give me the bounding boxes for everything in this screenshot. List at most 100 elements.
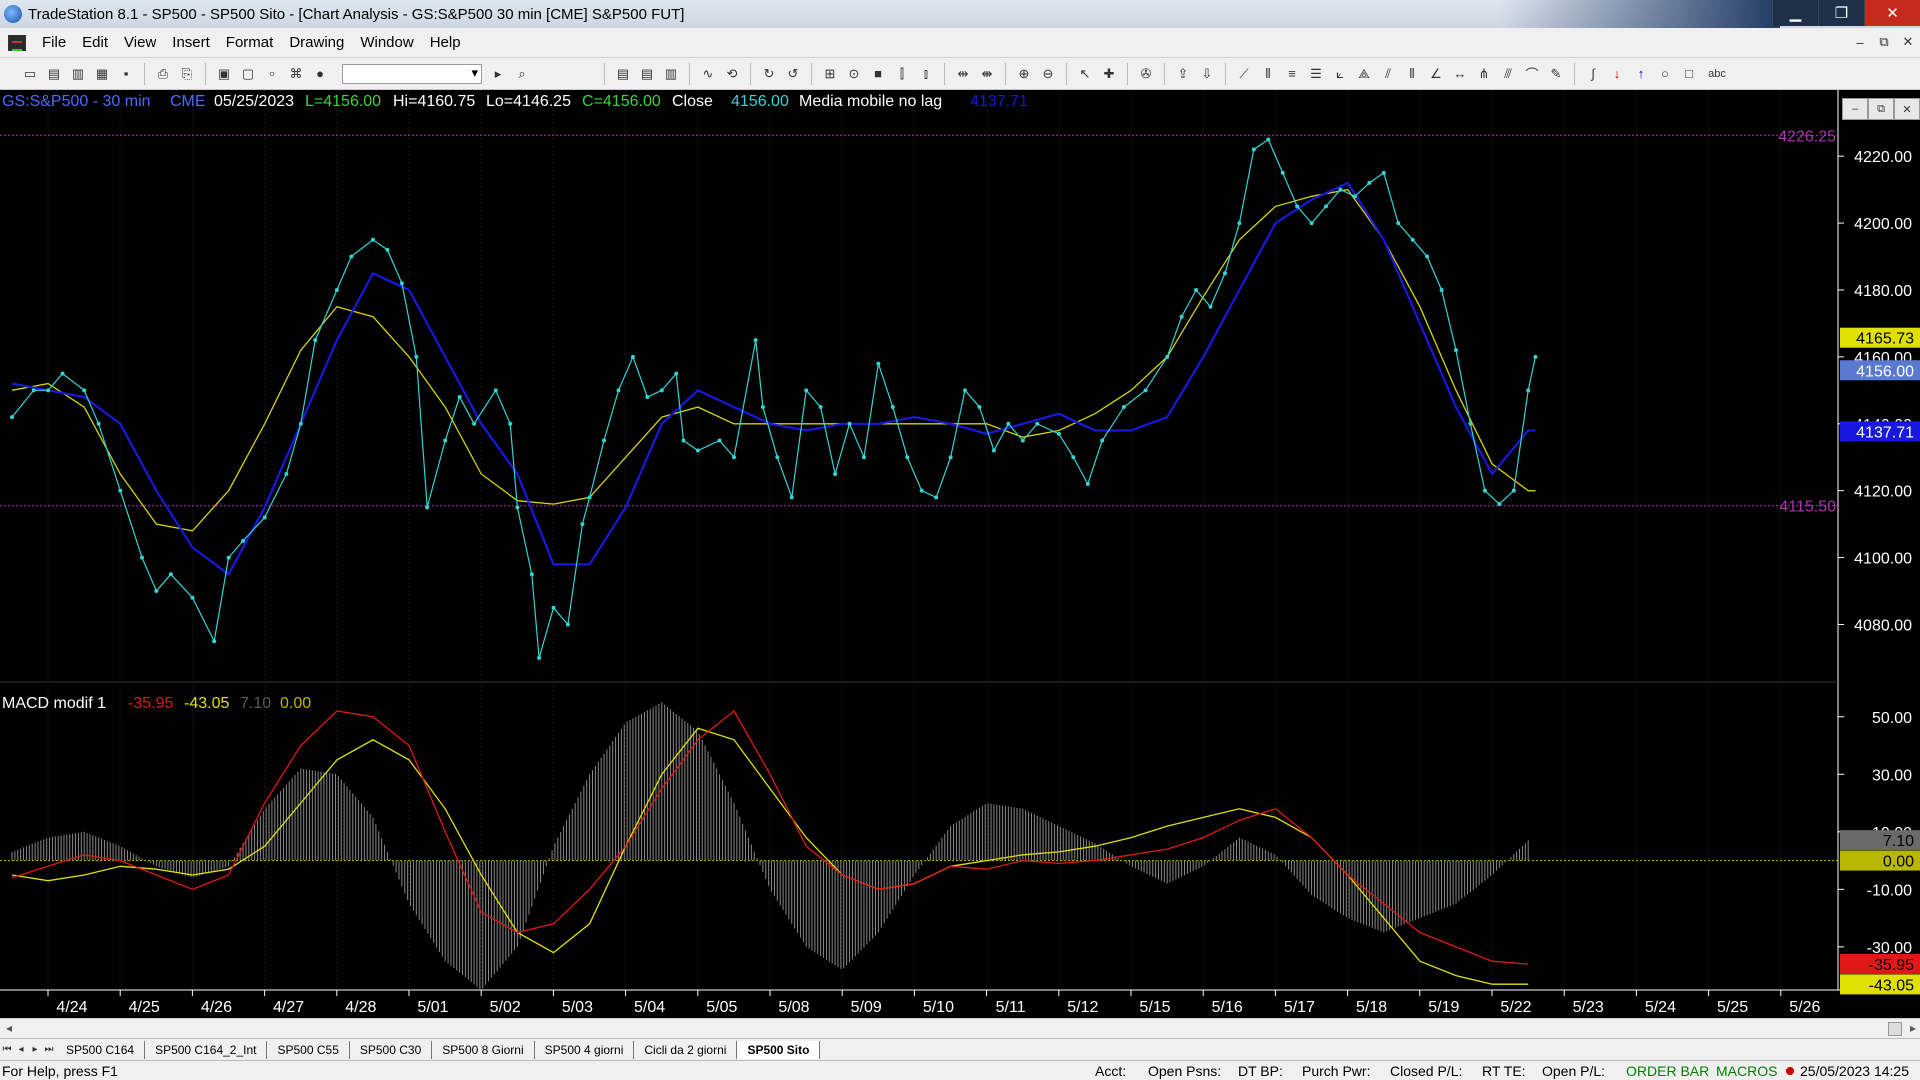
expand-icon[interactable]: ⇼ [977,64,997,84]
tab-sp500-c164[interactable]: SP500 C164 [56,1040,146,1059]
price-marker-label: 4165.73 [1856,331,1914,348]
pen-icon[interactable]: ✎ [1546,64,1566,84]
save-icon[interactable]: ▪ [116,64,136,84]
up-arrow-icon[interactable]: ↑ [1631,64,1651,84]
horizontal-scrollbar[interactable]: ◂ ▸ [0,1018,1920,1038]
crosshair-icon[interactable]: ✚ [1099,64,1119,84]
lock-icon[interactable]: ▫ [262,64,282,84]
new-icon[interactable]: ▭ [20,64,40,84]
curve-icon[interactable]: ∫ [1583,64,1603,84]
ellipse-icon[interactable]: ○ [1655,64,1675,84]
arc-icon[interactable]: ⌒ [1522,64,1542,84]
export-icon[interactable]: ⇪ [1173,64,1193,84]
mdi-close-button[interactable]: ✕ [1896,31,1920,53]
regression-icon[interactable]: ⫽ [1378,64,1398,84]
tab-last-icon[interactable]: ⏭ [42,1044,56,1055]
format-bar-icon[interactable]: ▤ [613,64,633,84]
refresh-icon[interactable]: ↻ [759,64,779,84]
menu-edit[interactable]: Edit [74,34,116,51]
close-button[interactable]: ✕ [1864,0,1920,26]
chart-minimize-button[interactable]: – [1842,98,1868,120]
chart-analysis-window[interactable]: 4226.25 4115.50 4220.00 4200.00 4180.00 4160.… [0,90,1920,1018]
tab-sp500-c55[interactable]: SP500 C55 [267,1040,350,1059]
tab-sp500-c30[interactable]: SP500 C30 [350,1040,433,1059]
menu-drawing[interactable]: Drawing [281,34,352,51]
search-icon[interactable]: ⌕ [512,64,532,84]
menu-insert[interactable]: Insert [164,34,218,51]
tab-sp500-sito[interactable]: SP500 Sito [737,1040,821,1059]
analysis-icon[interactable]: ⌘ [286,64,306,84]
chart-restore-button[interactable]: ⧉ [1868,98,1894,120]
print-preview-icon[interactable]: ⎘ [177,64,197,84]
chart-canvas[interactable]: 4226.254115.504220.004200.004180.004160.… [0,90,1920,1018]
zoom-out-icon[interactable]: ⊖ [1038,64,1058,84]
symbol-combo-box[interactable] [342,63,482,84]
order-bar-button[interactable]: ORDER BAR [1626,1063,1709,1079]
fast-moving-average-line [11,188,1536,532]
tab-sp500-8-giorni[interactable]: SP500 8 Giorni [432,1040,535,1059]
mdi-restore-button[interactable]: ⧉ [1872,31,1896,53]
rectangle-icon[interactable]: □ [1679,64,1699,84]
insert-icon[interactable]: ↺ [783,64,803,84]
chart-close-button[interactable]: ✕ [1894,98,1920,120]
tab-sp500-4-giorni[interactable]: SP500 4 giorni [535,1040,635,1059]
vertical-lines-icon[interactable]: ⦀ [1258,64,1278,84]
time-tick-label: 5/24 [1645,999,1676,1016]
globe-icon[interactable]: ● [310,64,330,84]
chart-type-icon[interactable]: ⊞ [820,64,840,84]
price-point [313,338,318,343]
andrews-pitchfork-icon[interactable]: ⋔ [1474,64,1494,84]
horizontal-lines-icon[interactable]: ≡ [1282,64,1302,84]
matrix-icon[interactable]: ■ [868,64,888,84]
menu-window[interactable]: Window [352,34,421,51]
open-workspace-icon[interactable]: ▥ [68,64,88,84]
indicator-icon[interactable]: ∿ [698,64,718,84]
pointer-icon[interactable]: ↖ [1075,64,1095,84]
restore-button[interactable]: ❐ [1818,0,1864,26]
window-icon[interactable]: ▣ [214,64,234,84]
price-point [1367,180,1372,185]
horizontal-arrow-icon[interactable]: ↔ [1450,64,1470,84]
bar-style-icon[interactable]: ⫿ [892,64,912,84]
tab-prev-icon[interactable]: ◂ [14,1044,28,1055]
menu-help[interactable]: Help [422,34,469,51]
tab-next-icon[interactable]: ▸ [28,1044,42,1055]
angle-icon[interactable]: ∠ [1426,64,1446,84]
format-candle-icon[interactable]: ▥ [661,64,681,84]
speed-lines-icon[interactable]: ⟁ [1354,64,1374,84]
format-line-icon[interactable]: ▤ [637,64,657,84]
tab-cicli-da-2-giorni[interactable]: Cicli da 2 giorni [634,1040,738,1059]
vertical-line-icon[interactable]: ⦀ [1402,64,1422,84]
chart-document-icon[interactable] [8,34,26,51]
menu-file[interactable]: File [34,34,74,51]
scroll-thumb[interactable] [1888,1022,1902,1036]
zoom-in-icon[interactable]: ⊕ [1014,64,1034,84]
macros-button[interactable]: MACROS [1716,1063,1777,1079]
play-arrow-icon[interactable]: ▸ [488,64,508,84]
new-workspace-icon[interactable]: ▦ [92,64,112,84]
print-icon[interactable]: ⎙ [153,64,173,84]
trendline-icon[interactable]: ⟋ [1234,64,1254,84]
channel-icon[interactable]: ⫻ [1498,64,1518,84]
menu-format[interactable]: Format [218,34,282,51]
data-icon[interactable]: ⫾ [916,64,936,84]
strategy-icon[interactable]: ⟲ [722,64,742,84]
compress-icon[interactable]: ⇹ [953,64,973,84]
scroll-left-icon[interactable]: ◂ [6,1021,12,1035]
tools-icon[interactable]: ✇ [1136,64,1156,84]
text-icon[interactable]: abc [1703,64,1731,84]
radar-icon[interactable]: ⊙ [844,64,864,84]
menu-view[interactable]: View [116,34,164,51]
mdi-minimize-button[interactable]: – [1848,31,1872,53]
fibonacci-icon[interactable]: ☰ [1306,64,1326,84]
link-icon[interactable]: ▢ [238,64,258,84]
down-arrow-icon[interactable]: ↓ [1607,64,1627,84]
open-icon[interactable]: ▤ [44,64,64,84]
gann-fan-icon[interactable]: ⟀ [1330,64,1350,84]
price-point [551,605,556,610]
tab-sp500-c164-2-int[interactable]: SP500 C164_2_Int [145,1040,268,1059]
tab-first-icon[interactable]: ⏮ [0,1044,14,1055]
scroll-right-icon[interactable]: ▸ [1910,1021,1916,1035]
minimize-button[interactable]: ▁ [1772,0,1818,26]
import-icon[interactable]: ⇩ [1197,64,1217,84]
